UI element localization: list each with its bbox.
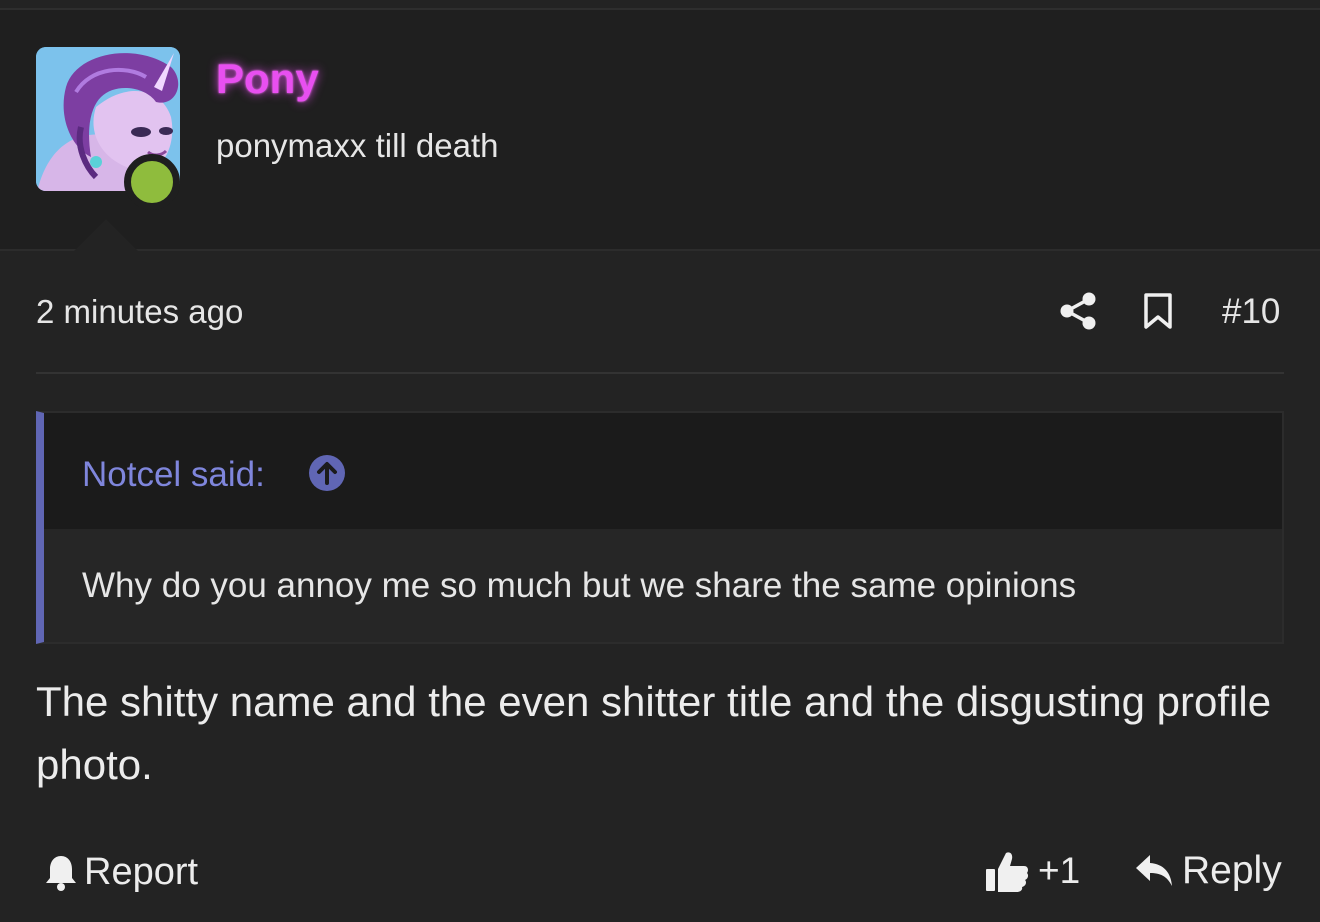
- report-button[interactable]: Report: [44, 850, 198, 894]
- quote-author[interactable]: Notcel said:: [82, 455, 265, 495]
- quote-block: Notcel said: Why do you annoy me so much…: [36, 411, 1284, 644]
- header-divider: [0, 249, 1320, 251]
- thumbs-up-icon: [986, 852, 1029, 892]
- like-button[interactable]: +1: [984, 848, 1080, 894]
- reply-arrow-icon: [1136, 855, 1172, 886]
- post-number-link[interactable]: #10: [1222, 292, 1280, 332]
- bell-icon: [46, 856, 76, 891]
- share-icon[interactable]: [1060, 292, 1096, 330]
- reply-button[interactable]: Reply: [1134, 848, 1282, 894]
- bookmark-icon[interactable]: [1142, 292, 1174, 330]
- meta-divider: [36, 372, 1284, 374]
- username-link[interactable]: Pony: [216, 54, 319, 104]
- online-status-dot: [124, 154, 180, 210]
- arrow-up-circle-icon[interactable]: [308, 454, 346, 492]
- user-title: ponymaxx till death: [216, 127, 499, 164]
- quote-body: Why do you annoy me so much but we share…: [44, 529, 1282, 642]
- quote-header: Notcel said:: [44, 413, 1282, 529]
- post-message: The shitty name and the even shitter tit…: [36, 678, 1272, 788]
- header-pointer: [74, 219, 138, 251]
- like-count: +1: [1038, 850, 1081, 891]
- post-timestamp[interactable]: 2 minutes ago: [36, 292, 243, 332]
- report-label: Report: [84, 851, 199, 893]
- reply-label: Reply: [1182, 849, 1282, 892]
- quote-text: Why do you annoy me so much but we share…: [82, 566, 1077, 605]
- user-header: [0, 10, 1320, 250]
